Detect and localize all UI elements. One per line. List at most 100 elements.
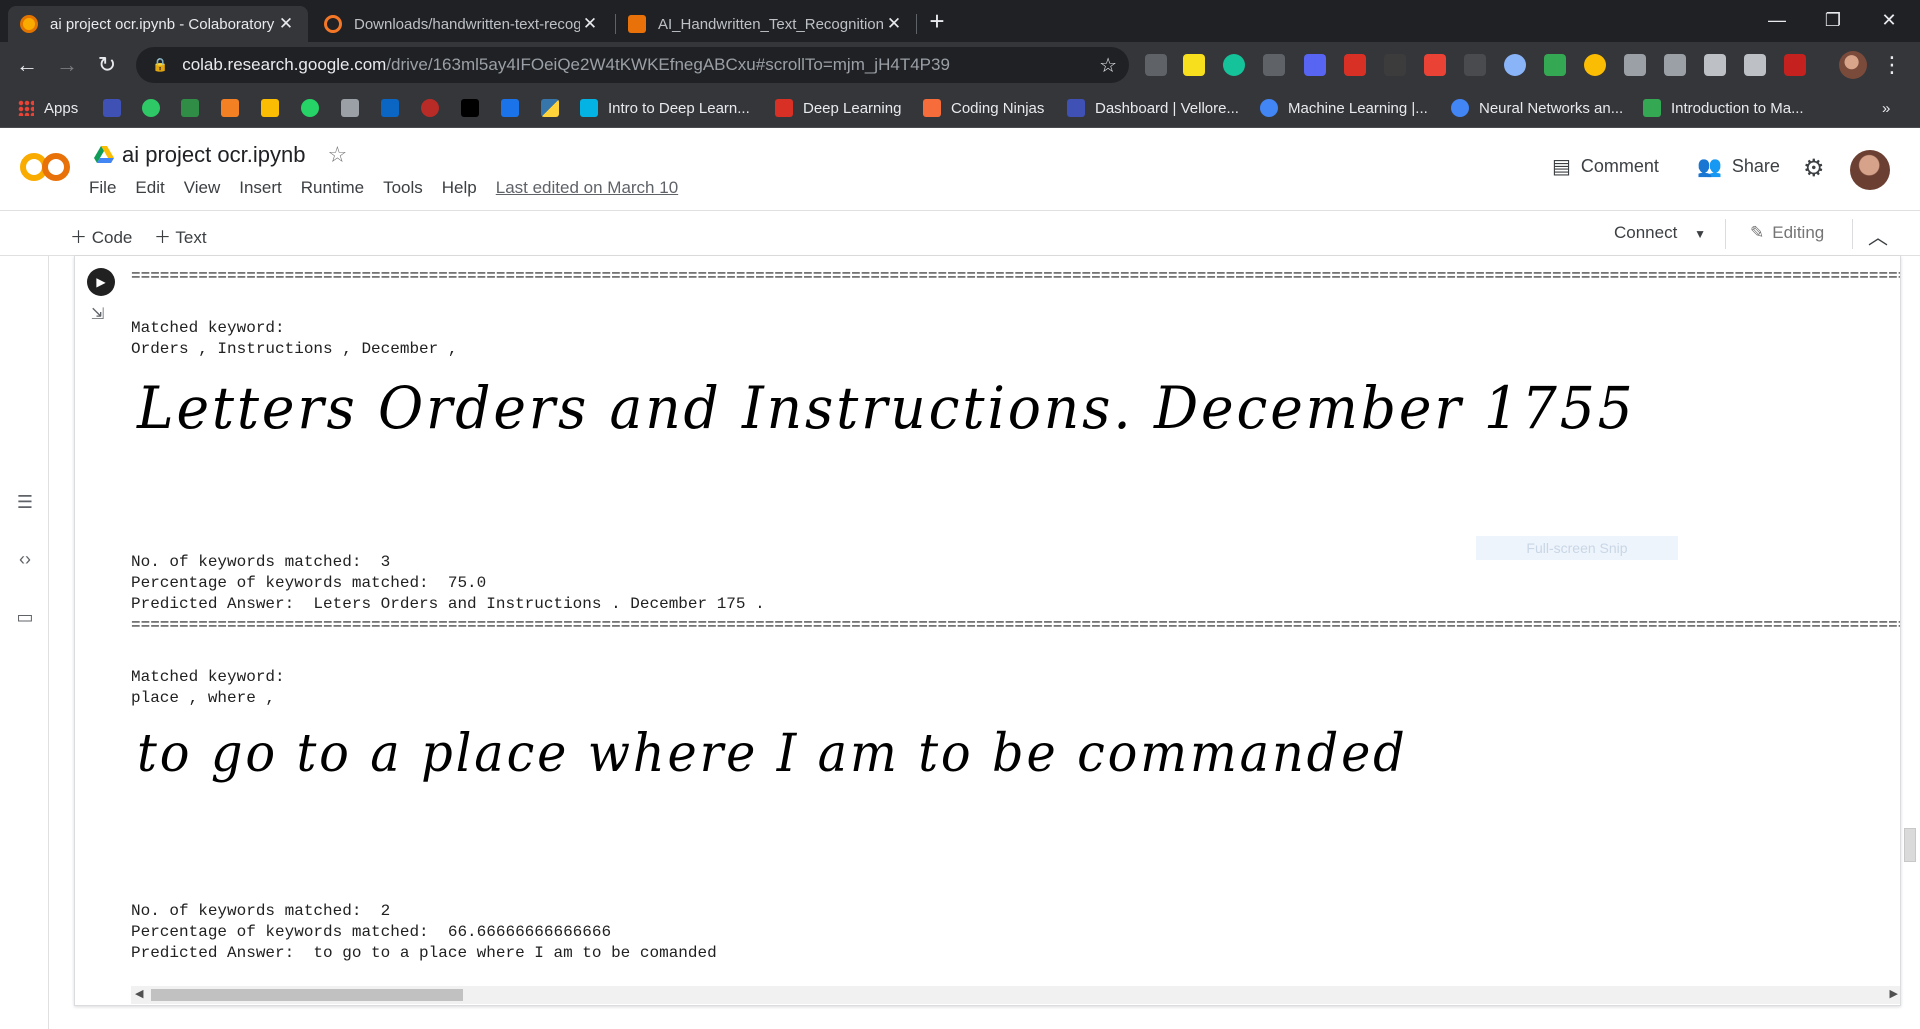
close-tab-icon[interactable]: ✕ bbox=[276, 14, 296, 34]
menu-file[interactable]: File bbox=[89, 178, 116, 198]
colab-header: ai project ocr.ipynb ☆ File Edit View In… bbox=[0, 128, 1920, 210]
settings-gear-icon[interactable]: ⚙ bbox=[1803, 154, 1825, 183]
h-extension-icon[interactable] bbox=[1624, 54, 1646, 76]
run-cell-button[interactable]: ▶ bbox=[87, 268, 115, 296]
screenshot-extension-icon[interactable] bbox=[1145, 54, 1167, 76]
files-folder-icon[interactable]: ▭ bbox=[13, 605, 37, 629]
add-text-button[interactable]: ＋ Text bbox=[154, 223, 207, 248]
bookmark-label: Machine Learning |... bbox=[1288, 99, 1428, 117]
bookmark-item[interactable] bbox=[301, 96, 319, 120]
menu-view[interactable]: View bbox=[184, 178, 221, 198]
profile-avatar[interactable] bbox=[1839, 51, 1867, 79]
bookmark-item[interactable] bbox=[142, 96, 160, 120]
bookmark-introduction-ma[interactable]: Introduction to Ma... bbox=[1643, 96, 1804, 120]
dropdown-arrow-icon[interactable]: ▼ bbox=[1694, 227, 1706, 241]
chat-extension-icon[interactable] bbox=[1704, 54, 1726, 76]
bookmark-item[interactable] bbox=[541, 96, 559, 120]
restore-icon[interactable]: ❐ bbox=[1802, 0, 1864, 40]
stack-icon bbox=[221, 99, 239, 117]
star-icon[interactable]: ☆ bbox=[327, 142, 347, 168]
handwriting-image: Letters Orders and Instructions. Decembe… bbox=[137, 374, 1636, 442]
bookmark-apps[interactable]: Apps bbox=[18, 96, 78, 120]
colab-icon bbox=[20, 15, 38, 33]
forward-icon[interactable]: → bbox=[52, 50, 82, 80]
bookmark-item[interactable] bbox=[461, 96, 479, 120]
cursor-extension-icon[interactable] bbox=[1384, 54, 1406, 76]
close-tab-icon[interactable]: ✕ bbox=[884, 14, 904, 34]
dropbox-extension-icon[interactable] bbox=[1664, 54, 1686, 76]
bookmark-item[interactable] bbox=[501, 96, 519, 120]
d-extension-icon[interactable] bbox=[1304, 54, 1326, 76]
menu-edit[interactable]: Edit bbox=[135, 178, 164, 198]
table-of-contents-icon[interactable]: ☰ bbox=[13, 490, 37, 514]
document-icon bbox=[341, 99, 359, 117]
keyboard-extension-icon[interactable] bbox=[1744, 54, 1766, 76]
owl-extension-icon[interactable] bbox=[1504, 54, 1526, 76]
nptel-icon bbox=[775, 99, 793, 117]
close-tab-icon[interactable]: ✕ bbox=[580, 14, 600, 34]
code-cell[interactable]: ▶ ⇲ ====================================… bbox=[74, 256, 1901, 1006]
scroll-right-icon[interactable]: ▶ bbox=[1890, 987, 1898, 1000]
share-button[interactable]: 👥 Share bbox=[1697, 154, 1780, 179]
tab-book[interactable]: AI_Handwritten_Text_Recognition ✕ bbox=[616, 6, 916, 42]
bookmark-neural-networks[interactable]: Neural Networks an... bbox=[1451, 96, 1623, 120]
close-window-icon[interactable]: ✕ bbox=[1858, 0, 1920, 40]
bookmark-intro-deep-learning[interactable]: Intro to Deep Learn... bbox=[580, 96, 750, 120]
bookmark-coding-ninjas[interactable]: Coding Ninjas bbox=[923, 96, 1044, 120]
minimize-icon[interactable]: — bbox=[1746, 0, 1808, 40]
bookmark-item[interactable] bbox=[221, 96, 239, 120]
bookmark-machine-learning[interactable]: Machine Learning |... bbox=[1260, 96, 1428, 120]
bookmark-item[interactable] bbox=[341, 96, 359, 120]
grammarly-icon[interactable] bbox=[1223, 54, 1245, 76]
address-bar[interactable]: 🔒 colab.research.google.com/drive/163ml5… bbox=[136, 47, 1129, 83]
output-icon[interactable]: ⇲ bbox=[91, 304, 111, 324]
reload-icon[interactable]: ↻ bbox=[92, 50, 122, 80]
menu-tools[interactable]: Tools bbox=[383, 178, 423, 198]
lock-icon: 🔒 bbox=[152, 57, 169, 72]
menu-insert[interactable]: Insert bbox=[239, 178, 282, 198]
google-drive-extension-icon[interactable] bbox=[1544, 54, 1566, 76]
bookmark-item[interactable] bbox=[181, 96, 199, 120]
red-extension-icon[interactable] bbox=[1784, 54, 1806, 76]
grid-extension-icon[interactable] bbox=[1464, 54, 1486, 76]
add-code-button[interactable]: ＋ Code bbox=[70, 223, 132, 248]
collapse-header-icon[interactable]: ︿ bbox=[1868, 221, 1888, 250]
google-drive-icon[interactable] bbox=[94, 146, 114, 164]
coursera-icon bbox=[1260, 99, 1278, 117]
tab-strip: ai project ocr.ipynb - Colaboratory ✕ Do… bbox=[0, 0, 1920, 42]
colab-logo[interactable] bbox=[18, 150, 72, 184]
extension-icon[interactable] bbox=[1183, 54, 1205, 76]
new-tab-icon[interactable]: + bbox=[922, 6, 952, 36]
keywords-percentage: Percentage of keywords matched: 75.0 bbox=[131, 574, 487, 592]
json-extension-icon[interactable] bbox=[1263, 54, 1285, 76]
more-bookmarks-icon[interactable]: » bbox=[1882, 96, 1890, 120]
horizontal-scrollbar[interactable]: ◀ ▶ bbox=[131, 986, 1900, 1004]
notebook-title[interactable]: ai project ocr.ipynb bbox=[122, 142, 305, 168]
last-edited-link[interactable]: Last edited on March 10 bbox=[496, 178, 678, 198]
bookmark-star-icon[interactable]: ☆ bbox=[1099, 53, 1117, 78]
bookmark-item[interactable] bbox=[103, 96, 121, 120]
scrollbar-thumb[interactable] bbox=[151, 989, 463, 1001]
comment-button[interactable]: ▤ Comment bbox=[1552, 154, 1659, 179]
tab-colab[interactable]: ai project ocr.ipynb - Colaboratory ✕ bbox=[8, 6, 308, 42]
menu-runtime[interactable]: Runtime bbox=[301, 178, 364, 198]
back-icon[interactable]: ← bbox=[12, 50, 42, 80]
menu-help[interactable]: Help bbox=[442, 178, 477, 198]
editing-mode-button[interactable]: ✎ Editing bbox=[1750, 223, 1824, 243]
connect-button[interactable]: Connect ▼ bbox=[1614, 223, 1706, 243]
separator-line: ========================================… bbox=[131, 616, 1900, 634]
scroll-left-icon[interactable]: ◀ bbox=[135, 987, 143, 1000]
bookmark-item[interactable] bbox=[421, 96, 439, 120]
bookmark-dashboard-vellore[interactable]: Dashboard | Vellore... bbox=[1067, 96, 1239, 120]
avatar[interactable] bbox=[1850, 150, 1890, 190]
more-vert-icon[interactable]: ⋮ bbox=[1878, 50, 1906, 80]
bookmark-extension-icon[interactable] bbox=[1344, 54, 1366, 76]
bookmark-item[interactable] bbox=[381, 96, 399, 120]
video-extension-icon[interactable] bbox=[1424, 54, 1446, 76]
bookmark-deep-learning[interactable]: Deep Learning bbox=[775, 96, 901, 120]
vertical-scrollbar-thumb[interactable] bbox=[1904, 828, 1916, 862]
code-snippets-icon[interactable]: ‹› bbox=[13, 547, 37, 571]
bookmark-item[interactable] bbox=[261, 96, 279, 120]
tab-jupyter[interactable]: Downloads/handwritten-text-recognition ✕ bbox=[312, 6, 612, 42]
honey-extension-icon[interactable] bbox=[1584, 54, 1606, 76]
